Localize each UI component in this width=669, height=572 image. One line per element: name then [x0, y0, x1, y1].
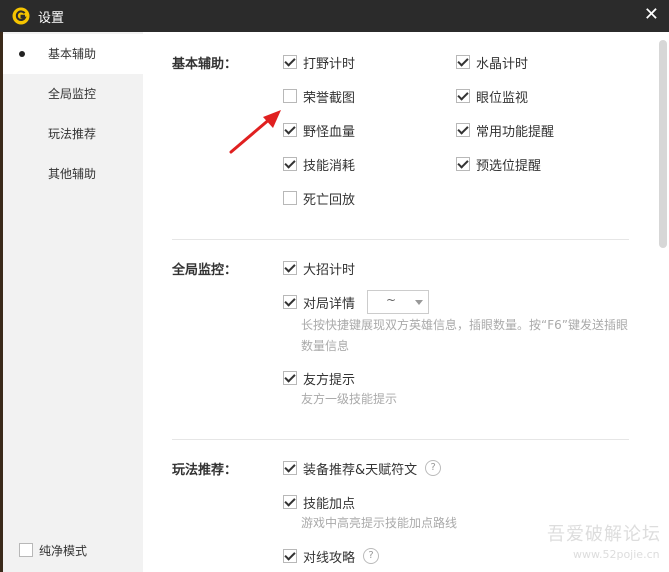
hotkey-select-value: ~: [386, 293, 397, 307]
option-ally-tip[interactable]: 友方提示: [283, 368, 355, 388]
chevron-down-icon: [415, 300, 423, 305]
option-match-detail[interactable]: 对局详情: [283, 292, 355, 312]
option-label: 大招计时: [303, 262, 356, 278]
ally-tip-description: 友方一级技能提示: [301, 392, 398, 406]
checkbox[interactable]: [456, 123, 470, 137]
checkbox[interactable]: [283, 89, 297, 103]
sidebar-item-basic[interactable]: 基本辅助: [3, 34, 143, 74]
option-label: 技能加点: [303, 496, 356, 512]
close-icon[interactable]: ✕: [644, 4, 659, 26]
option-crystal-timer[interactable]: 水晶计时: [456, 52, 528, 72]
section-divider: [172, 239, 629, 240]
option-label: 对局详情: [303, 296, 356, 312]
checkbox[interactable]: [283, 371, 297, 385]
sidebar-item-label: 全局监控: [48, 87, 97, 101]
sidebar-item-label: 玩法推荐: [48, 127, 97, 141]
sidebar-item-label: 基本辅助: [48, 47, 97, 61]
option-lane-guide[interactable]: 对线攻略 ?: [283, 546, 380, 566]
help-icon[interactable]: ?: [363, 548, 380, 564]
option-label: 对线攻略: [303, 550, 356, 566]
option-label: 死亡回放: [303, 192, 356, 208]
scrollbar-thumb[interactable]: [659, 40, 667, 248]
watermark-url: www.52pojie.cn: [573, 548, 660, 561]
watermark: 吾爱破解论坛 www.52pojie.cn: [547, 520, 661, 561]
checkbox[interactable]: [283, 123, 297, 137]
option-skill-cost[interactable]: 技能消耗: [283, 154, 355, 174]
option-label: 友方提示: [303, 372, 356, 388]
option-preselect-reminder[interactable]: 预选位提醒: [456, 154, 541, 174]
option-ult-timer[interactable]: 大招计时: [283, 258, 355, 278]
option-monster-hp[interactable]: 野怪血量: [283, 120, 355, 140]
option-label: 预选位提醒: [476, 158, 542, 174]
checkbox[interactable]: [456, 89, 470, 103]
option-ward-monitor[interactable]: 眼位监视: [456, 86, 528, 106]
option-label: 眼位监视: [476, 90, 529, 106]
checkbox[interactable]: [283, 295, 297, 309]
checkbox[interactable]: [283, 55, 297, 69]
settings-panel: 基本辅助： 打野计时 水晶计时 荣誉截图 眼位监视 野怪血量 常用功能提醒 技能…: [143, 32, 669, 572]
help-icon[interactable]: ?: [425, 460, 442, 476]
checkbox[interactable]: [283, 461, 297, 475]
section-divider: [172, 439, 629, 440]
option-label: 常用功能提醒: [476, 124, 555, 140]
checkbox[interactable]: [456, 55, 470, 69]
section-title-monitor: 全局监控：: [172, 263, 238, 278]
watermark-title: 吾爱破解论坛: [547, 524, 661, 545]
title-bar: 设置 ✕: [0, 0, 669, 32]
checkbox[interactable]: [283, 261, 297, 275]
checkbox[interactable]: [283, 549, 297, 563]
pure-mode-checkbox[interactable]: [19, 543, 33, 557]
app-logo-icon: [12, 7, 30, 25]
option-jungle-timer[interactable]: 打野计时: [283, 52, 355, 72]
sidebar-item-monitor[interactable]: 全局监控: [3, 74, 143, 114]
sidebar-item-recommend[interactable]: 玩法推荐: [3, 114, 143, 154]
section-title-recommend: 玩法推荐：: [172, 463, 238, 478]
option-death-replay[interactable]: 死亡回放: [283, 188, 355, 208]
active-dot-icon: [19, 51, 25, 57]
checkbox[interactable]: [283, 157, 297, 171]
section-title-basic: 基本辅助：: [172, 57, 238, 72]
match-detail-description: 长按快捷键展现双方英雄信息，插眼数量。按“F6”键发送插眼数量信息: [301, 318, 628, 353]
sidebar-item-label: 其他辅助: [48, 167, 97, 181]
option-label: 水晶计时: [476, 56, 529, 72]
hotkey-select[interactable]: ~: [367, 290, 429, 314]
option-label: 技能消耗: [303, 158, 356, 174]
pure-mode-label: 纯净模式: [39, 543, 88, 558]
sidebar-item-other[interactable]: 其他辅助: [3, 154, 143, 194]
option-common-reminder[interactable]: 常用功能提醒: [456, 120, 554, 140]
checkbox[interactable]: [283, 191, 297, 205]
option-label: 装备推荐&天赋符文: [303, 462, 418, 478]
option-label: 打野计时: [303, 56, 356, 72]
red-arrow-annotation-icon: [229, 110, 281, 154]
option-label: 野怪血量: [303, 124, 356, 140]
checkbox[interactable]: [456, 157, 470, 171]
option-honor-screenshot[interactable]: 荣誉截图: [283, 86, 355, 106]
sidebar: 基本辅助 全局监控 玩法推荐 其他辅助 纯净模式: [3, 32, 143, 572]
pure-mode-option[interactable]: 纯净模式: [19, 540, 87, 560]
option-equipment-recommend[interactable]: 装备推荐&天赋符文 ?: [283, 458, 442, 478]
option-skill-points[interactable]: 技能加点: [283, 492, 355, 512]
option-label: 荣誉截图: [303, 90, 356, 106]
checkbox[interactable]: [283, 495, 297, 509]
window-title: 设置: [38, 11, 65, 26]
